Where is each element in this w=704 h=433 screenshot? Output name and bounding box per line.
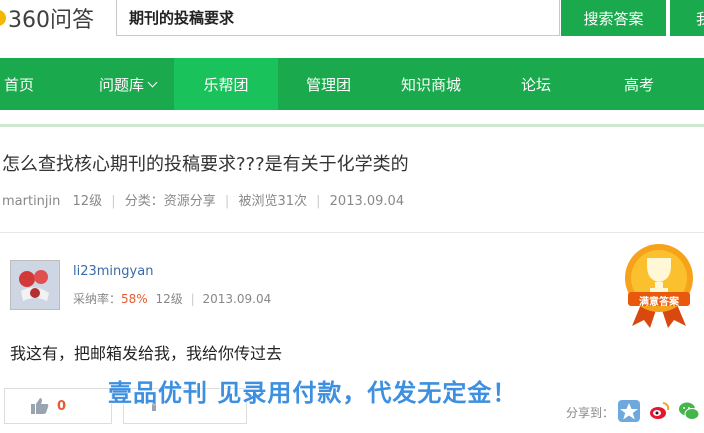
nav-item-forum[interactable]: 论坛 [521, 58, 551, 110]
question-author[interactable]: martinjin [2, 194, 60, 209]
qzone-share-icon[interactable] [618, 400, 640, 422]
thumbs-up-icon [31, 398, 49, 414]
logo-mark-icon [0, 10, 6, 26]
like-button[interactable]: 0 [4, 388, 112, 424]
ask-button[interactable]: 我 [670, 0, 704, 36]
search-button[interactable]: 搜索答案 [561, 0, 666, 36]
answer-body: 我这有，把邮箱发给我，我给你传过去 [10, 344, 283, 363]
wechat-share-icon[interactable] [678, 400, 700, 422]
top-bar: 360问答 期刊的投稿要求 搜索答案 我 [0, 0, 704, 38]
answer-level: 12级 [155, 292, 183, 306]
trophy-badge-icon [625, 244, 693, 328]
nav-item-lebangtuan[interactable]: 乐帮团 [174, 58, 278, 110]
question-divider [0, 232, 704, 233]
search-input[interactable]: 期刊的投稿要求 [116, 0, 560, 36]
badge-label: 满意答案 [639, 297, 679, 308]
question-date: 2013.09.04 [329, 194, 405, 209]
nav-label: 知识商城 [401, 75, 462, 94]
meta-separator: | [190, 292, 195, 306]
answer-avatar[interactable] [10, 260, 60, 310]
question-views: 被浏览31次 [238, 194, 307, 209]
like-count: 0 [57, 398, 67, 414]
main-nav: 首页 问题库 乐帮团 管理团 知识商城 论坛 高考 [0, 58, 704, 110]
accept-rate-label: 采纳率： [73, 292, 122, 306]
nav-label: 高考 [624, 75, 655, 94]
question-category[interactable]: 分类：资源分享 [125, 194, 216, 209]
nav-label: 乐帮团 [203, 75, 249, 94]
question-meta: martinjin 12级 | 分类：资源分享 | 被浏览31次 | 2013.… [2, 190, 404, 209]
chevron-down-icon [147, 77, 158, 87]
best-answer-badge: 满意答案 [620, 242, 698, 328]
weibo-icon [650, 402, 670, 419]
meta-separator: | [111, 194, 116, 209]
meta-separator: | [224, 194, 230, 209]
logo-text: 360问答 [8, 8, 94, 33]
section-divider [0, 124, 704, 127]
nav-item-question-library[interactable]: 问题库 [99, 58, 158, 110]
nav-label: 问题库 [99, 75, 145, 94]
promo-overlay-text: 壹品优刊 见录用付款，代发无定金！ [108, 379, 518, 407]
accept-rate-value: 58% [121, 292, 148, 306]
share-label: 分享到： [566, 406, 615, 420]
weibo-share-icon[interactable] [648, 400, 670, 422]
meta-separator: | [316, 194, 321, 209]
nav-item-gaokao[interactable]: 高考 [624, 58, 654, 110]
nav-label: 论坛 [521, 75, 552, 94]
nav-item-home[interactable]: 首页 [4, 58, 34, 110]
answer-username[interactable]: li23mingyan [73, 264, 153, 279]
nav-item-knowledge-mall[interactable]: 知识商城 [401, 58, 461, 110]
nav-item-management[interactable]: 管理团 [306, 58, 351, 110]
question-title: 怎么查找核心期刊的投稿要求???是有关于化学类的 [2, 154, 409, 175]
answer-date: 2013.09.04 [202, 292, 272, 306]
question-author-level: 12级 [72, 194, 103, 209]
star-icon [620, 403, 638, 420]
nav-label: 首页 [4, 75, 35, 94]
answer-meta: 采纳率：58% 12级 | 2013.09.04 [73, 290, 271, 307]
avatar-image-icon [11, 261, 59, 309]
site-logo[interactable]: 360问答 [0, 4, 94, 33]
nav-label: 管理团 [306, 75, 352, 94]
wechat-icon [679, 402, 700, 420]
